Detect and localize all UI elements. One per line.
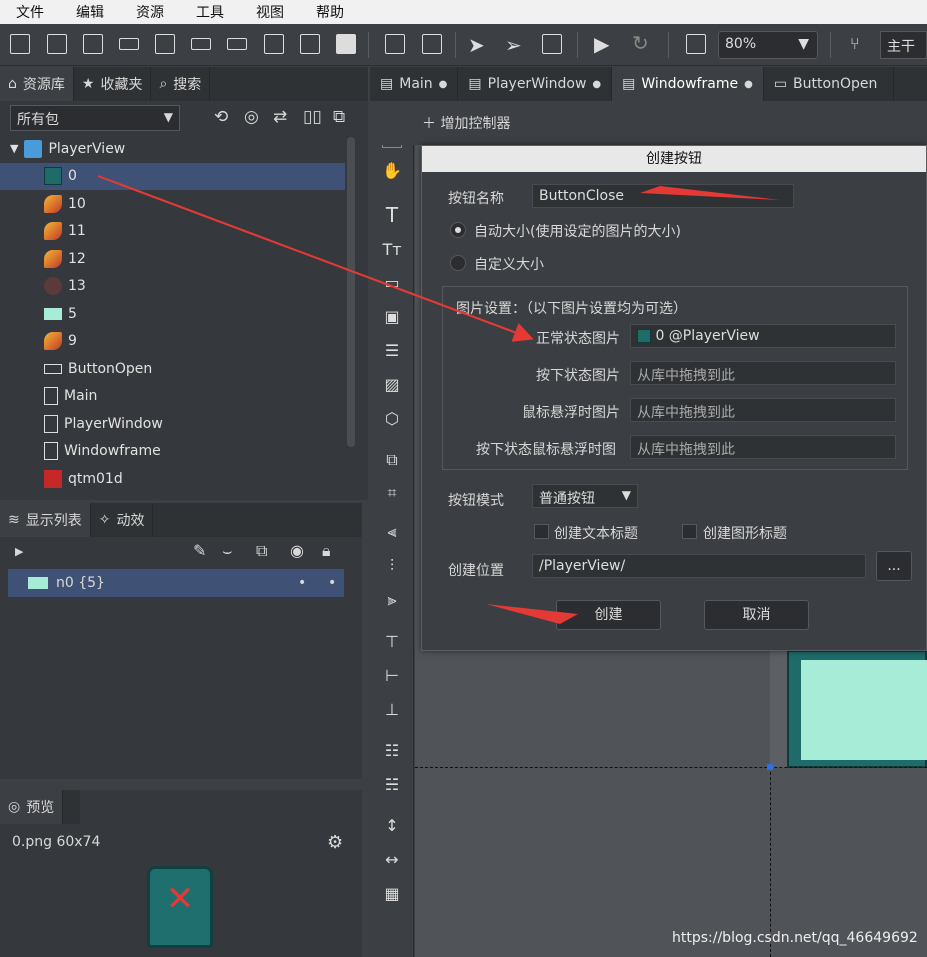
annotation-arrows [97, 175, 780, 624]
arrow-to-create-button [486, 604, 578, 624]
arrow-to-name-field [640, 186, 780, 200]
watermark: https://blog.csdn.net/qq_46649692 [672, 930, 918, 946]
arrow-to-normal-field [97, 175, 534, 342]
